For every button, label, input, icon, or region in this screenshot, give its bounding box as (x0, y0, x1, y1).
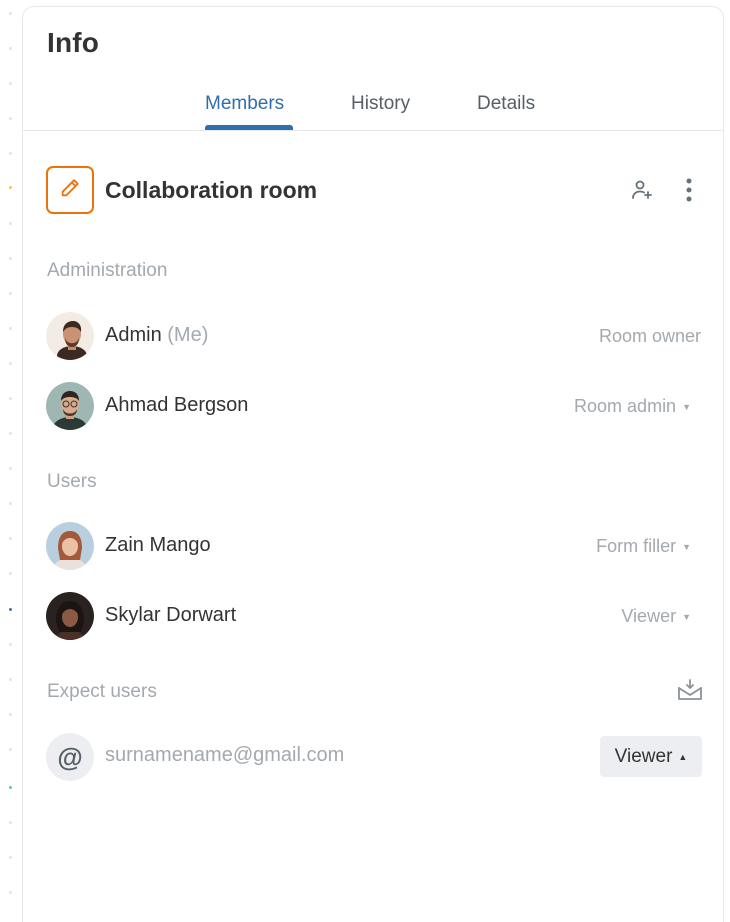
caret-down-icon: ▼ (682, 401, 691, 412)
role-dropdown[interactable]: Viewer ▼ (621, 606, 691, 627)
member-name-zain: Zain Mango (105, 534, 211, 556)
add-user-icon (630, 178, 654, 207)
room-title: Collaboration room (105, 177, 318, 203)
more-options-button[interactable] (679, 177, 699, 207)
avatar (46, 382, 94, 430)
section-expect-users: Expect users (47, 681, 157, 702)
role-dropdown[interactable]: Form filler ▼ (596, 536, 691, 557)
resend-invitation-button[interactable] (675, 677, 705, 707)
pencil-icon (59, 177, 81, 204)
avatar (46, 592, 94, 640)
tab-bar: Members History Details (23, 93, 723, 131)
expected-user-role-dropdown[interactable]: Viewer ▲ (600, 736, 702, 777)
member-name-admin: Admin (Me) (105, 324, 209, 346)
avatar (46, 312, 94, 360)
info-panel: Info Members History Details Collaborati… (22, 6, 724, 922)
background-strip (0, 0, 22, 922)
tab-history[interactable]: History (351, 93, 410, 131)
tab-details[interactable]: Details (477, 93, 535, 131)
envelope-download-icon (677, 678, 703, 707)
invite-user-button[interactable] (627, 177, 657, 207)
avatar (46, 522, 94, 570)
caret-down-icon: ▼ (682, 541, 691, 552)
me-label: (Me) (167, 324, 209, 346)
caret-down-icon: ▼ (682, 611, 691, 622)
role-dropdown[interactable]: Room admin ▼ (574, 396, 691, 417)
caret-up-icon: ▲ (678, 751, 688, 762)
member-name-skylar: Skylar Dorwart (105, 604, 237, 626)
expected-user-email: surnamename@gmail.com (105, 744, 345, 766)
section-administration: Administration (47, 260, 168, 281)
vertical-dots-icon (686, 178, 692, 207)
room-icon (46, 166, 94, 214)
section-users: Users (47, 471, 97, 492)
tabs-divider (23, 130, 723, 131)
email-avatar: @ (46, 733, 94, 781)
member-name-ahmad: Ahmad Bergson (105, 394, 249, 416)
panel-title: Info (47, 27, 100, 58)
role-label: Room owner (598, 326, 701, 346)
